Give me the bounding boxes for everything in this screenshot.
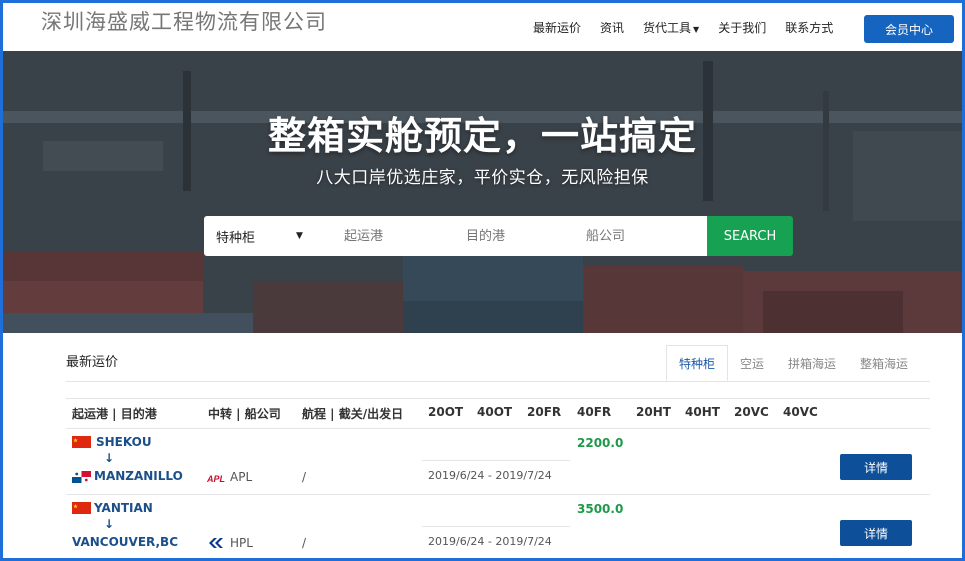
destination-port-input[interactable] xyxy=(466,216,576,256)
origin-port: YANTIAN xyxy=(94,501,153,515)
svg-text:APL: APL xyxy=(207,474,225,484)
tab-air[interactable]: 空运 xyxy=(728,345,776,381)
validity-dates: 2019/6/24 - 2019/7/24 xyxy=(428,469,552,482)
nav-about-us[interactable]: 关于我们 xyxy=(718,19,766,36)
search-bar: 特种柜 ▼ xyxy=(204,216,707,256)
header-bottom-border xyxy=(66,428,930,429)
port-container-background xyxy=(3,51,962,333)
rate-tabs: 特种柜 空运 拼箱海运 整箱海运 xyxy=(666,345,920,381)
row-divider xyxy=(66,494,930,495)
destination-port: MANZANILLO xyxy=(94,469,183,483)
tabs-divider xyxy=(66,381,930,382)
col-20fr: 20FR xyxy=(527,405,562,419)
col-voyage: 航程 | 截关/出发日 xyxy=(302,407,404,421)
carrier-name: HPL xyxy=(230,536,253,550)
col-20vc: 20VC xyxy=(734,405,769,419)
main-nav: 最新运价 资讯 货代工具 ▼ 关于我们 联系方式 xyxy=(533,3,852,51)
col-40vc: 40VC xyxy=(783,405,818,419)
select-arrow-icon: ▼ xyxy=(296,231,303,241)
china-flag-icon xyxy=(72,436,91,448)
container-type-select[interactable]: 特种柜 ▼ xyxy=(216,216,306,256)
date-divider xyxy=(422,460,570,461)
date-divider xyxy=(422,526,570,527)
col-40fr: 40FR xyxy=(577,405,612,419)
origin-port-input[interactable] xyxy=(344,216,454,256)
tab-fcl[interactable]: 整箱海运 xyxy=(848,345,920,381)
hero-subtitle: 八大口岸优选庄家，平价实仓，无风险担保 xyxy=(316,168,649,188)
voyage-value: / xyxy=(302,470,307,484)
hapag-lloyd-logo-icon xyxy=(209,538,223,548)
price-40fr: 2200.0 xyxy=(577,436,624,450)
nav-latest-rates[interactable]: 最新运价 xyxy=(533,19,581,36)
panama-flag-icon xyxy=(72,471,91,483)
origin-port: SHEKOU xyxy=(96,435,152,449)
china-flag-icon xyxy=(72,502,91,514)
search-button[interactable]: SEARCH xyxy=(707,216,793,256)
detail-button[interactable]: 详情 xyxy=(840,454,912,480)
carrier-name: APL xyxy=(230,470,253,484)
company-logo-text[interactable]: 深圳海盛威工程物流有限公司 xyxy=(41,6,327,36)
hero-banner: 整箱实舱预定，一站搞定 八大口岸优选庄家，平价实仓，无风险担保 特种柜 ▼ SE… xyxy=(3,51,962,333)
rates-section: 最新运价 特种柜 空运 拼箱海运 整箱海运 起运港 | 目的港 中转 | 船公司… xyxy=(41,333,930,558)
member-center-button[interactable]: 会员中心 xyxy=(864,15,954,43)
hero-title: 整箱实舱预定，一站搞定 xyxy=(267,114,697,158)
destination-port: VANCOUVER,BC xyxy=(72,535,179,549)
col-40ht: 40HT xyxy=(685,405,720,419)
carrier-input[interactable] xyxy=(586,216,696,256)
col-20ot: 20OT xyxy=(428,405,464,419)
site-header: 深圳海盛威工程物流有限公司 最新运价 资讯 货代工具 ▼ 关于我们 联系方式 会员… xyxy=(3,3,962,51)
col-20ht: 20HT xyxy=(636,405,671,419)
voyage-value: / xyxy=(302,536,307,550)
nav-contact[interactable]: 联系方式 xyxy=(785,19,833,36)
table-top-border xyxy=(66,398,930,399)
col-40ot: 40OT xyxy=(477,405,513,419)
container-type-value: 特种柜 xyxy=(216,230,256,246)
tab-special-container[interactable]: 特种柜 xyxy=(666,345,729,381)
price-40fr: 3500.0 xyxy=(577,502,624,516)
col-ports: 起运港 | 目的港 xyxy=(72,407,157,421)
arrow-down-icon: ↓ xyxy=(104,451,115,465)
apl-logo-icon: APL xyxy=(207,474,225,484)
caret-down-icon: ▼ xyxy=(693,24,700,34)
detail-button[interactable]: 详情 xyxy=(840,520,912,546)
tab-lcl[interactable]: 拼箱海运 xyxy=(776,345,848,381)
section-title: 最新运价 xyxy=(66,355,119,370)
nav-forwarder-tools[interactable]: 货代工具 ▼ xyxy=(643,19,699,36)
nav-forwarder-tools-label: 货代工具 xyxy=(643,20,692,35)
nav-news[interactable]: 资讯 xyxy=(600,19,624,36)
validity-dates: 2019/6/24 - 2019/7/24 xyxy=(428,535,552,548)
arrow-down-icon: ↓ xyxy=(104,517,115,531)
col-transit-carrier: 中转 | 船公司 xyxy=(208,407,281,421)
